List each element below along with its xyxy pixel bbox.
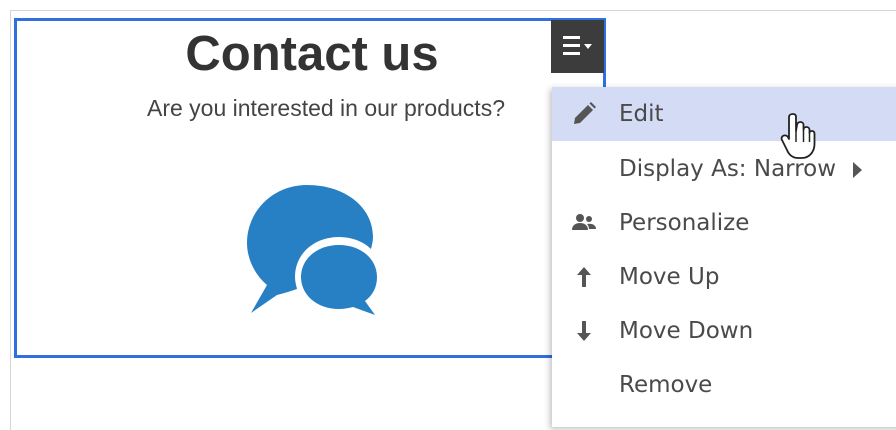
menu-item-personalize[interactable]: Personalize xyxy=(552,196,896,250)
menu-item-move-up[interactable]: Move Up xyxy=(552,250,896,304)
menu-item-label: Edit xyxy=(619,101,664,127)
hamburger-menu-icon xyxy=(563,36,592,55)
menu-item-label: Move Down xyxy=(619,318,754,344)
block-menu-button[interactable] xyxy=(551,20,604,73)
menu-item-display-as[interactable]: Display As: Narrow xyxy=(552,142,896,196)
contact-us-block[interactable]: Contact us Are you interested in our pro… xyxy=(14,18,606,358)
menu-item-label: Move Up xyxy=(619,264,720,290)
arrow-up-icon xyxy=(577,267,591,287)
menu-item-label: Display As: Narrow xyxy=(619,156,837,182)
menu-item-label: Remove xyxy=(619,372,713,398)
menu-item-label: Personalize xyxy=(619,210,750,236)
block-subtitle: Are you interested in our products? xyxy=(147,95,505,121)
chat-bubbles-icon xyxy=(247,185,377,315)
block-context-menu: Edit Display As: Narrow Personalize Move… xyxy=(552,87,896,427)
arrow-down-icon xyxy=(577,321,591,341)
people-icon xyxy=(572,214,596,230)
menu-item-edit[interactable]: Edit xyxy=(552,87,896,141)
menu-item-remove[interactable]: Remove xyxy=(552,358,896,412)
pencil-icon xyxy=(574,102,596,124)
block-title: Contact us xyxy=(185,27,439,81)
submenu-arrow-icon xyxy=(853,162,862,178)
menu-item-move-down[interactable]: Move Down xyxy=(552,304,896,358)
